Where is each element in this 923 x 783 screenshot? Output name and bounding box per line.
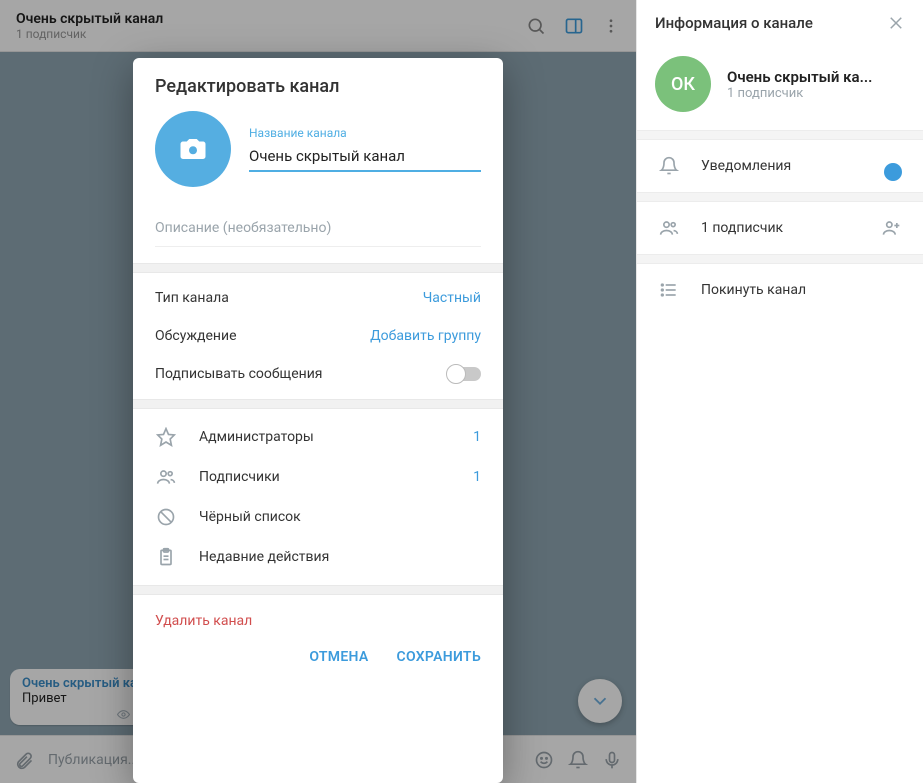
dialog-title: Редактировать канал <box>133 58 503 111</box>
administrators-count: 1 <box>473 429 481 445</box>
channel-type-row[interactable]: Тип канала Частный <box>133 279 503 317</box>
sign-messages-row[interactable]: Подписывать сообщения <box>133 355 503 393</box>
recent-actions-label: Недавние действия <box>199 549 329 565</box>
people-icon <box>659 218 679 238</box>
channel-description-input[interactable] <box>155 220 481 247</box>
channel-profile[interactable]: ОК Очень скрытый ка... 1 подписчик <box>637 46 923 130</box>
discussion-row[interactable]: Обсуждение Добавить группу <box>133 317 503 355</box>
subscribers-count: 1 <box>473 469 481 485</box>
administrators-label: Администраторы <box>199 429 314 445</box>
channel-photo-button[interactable] <box>155 111 231 187</box>
side-subscribers-row[interactable]: 1 подписчик <box>637 202 923 254</box>
administrators-row[interactable]: Администраторы 1 <box>133 417 503 457</box>
clipboard-icon <box>155 547 177 567</box>
subscribers-label: Подписчики <box>199 469 280 485</box>
channel-name-label: Название канала <box>249 126 481 140</box>
blacklist-row[interactable]: Чёрный список <box>133 497 503 537</box>
info-panel-title: Информация о канале <box>655 14 813 32</box>
channel-subtitle: 1 подписчик <box>727 86 872 101</box>
modal-overlay[interactable]: Редактировать канал Название канала <box>0 0 636 783</box>
side-subscribers-label: 1 подписчик <box>701 220 783 236</box>
channel-type-label: Тип канала <box>155 290 229 306</box>
people-icon <box>155 467 177 487</box>
recent-actions-row[interactable]: Недавние действия <box>133 537 503 577</box>
cancel-button[interactable]: ОТМЕНА <box>309 649 368 665</box>
channel-name-input[interactable] <box>249 144 481 172</box>
channel-type-value: Частный <box>423 290 481 306</box>
block-icon <box>155 507 177 527</box>
sign-messages-toggle[interactable] <box>447 367 481 381</box>
leave-channel-label: Покинуть канал <box>701 282 806 298</box>
save-button[interactable]: СОХРАНИТЬ <box>397 649 481 665</box>
leave-channel-row[interactable]: Покинуть канал <box>637 264 923 316</box>
discussion-label: Обсуждение <box>155 328 237 344</box>
subscribers-row[interactable]: Подписчики 1 <box>133 457 503 497</box>
discussion-value: Добавить группу <box>370 328 481 344</box>
channel-name: Очень скрытый ка... <box>727 68 872 86</box>
close-icon[interactable] <box>887 14 905 32</box>
sign-messages-label: Подписывать сообщения <box>155 366 322 382</box>
bell-icon <box>659 156 679 176</box>
star-icon <box>155 427 177 447</box>
avatar: ОК <box>655 56 711 112</box>
info-panel: Информация о канале ОК Очень скрытый ка.… <box>636 0 923 783</box>
notifications-label: Уведомления <box>701 158 791 174</box>
add-user-icon[interactable] <box>881 218 901 238</box>
list-icon <box>659 280 679 300</box>
blacklist-label: Чёрный список <box>199 509 301 525</box>
notifications-row[interactable]: Уведомления <box>637 140 923 192</box>
delete-channel-button[interactable]: Удалить канал <box>133 595 503 635</box>
edit-channel-dialog: Редактировать канал Название канала <box>133 58 503 783</box>
